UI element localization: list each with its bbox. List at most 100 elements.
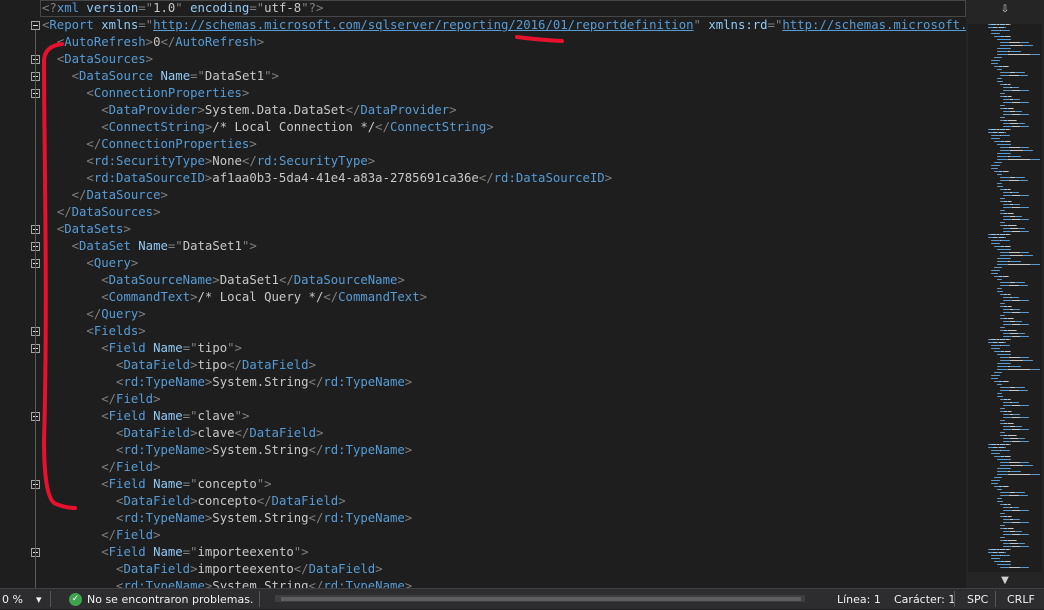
minimap-mark — [1027, 180, 1028, 181]
minimap-mark — [1020, 471, 1021, 472]
minimap-mark — [1010, 561, 1011, 562]
minimap-mark — [1010, 141, 1011, 142]
code-line[interactable]: <DataSourceName>DataSet1</DataSourceName… — [42, 272, 966, 289]
code-line[interactable]: <rd:TypeName>System.String</rd:TypeName> — [42, 374, 966, 391]
code-token: =" — [167, 239, 183, 253]
code-line[interactable]: <ConnectString>/* Local Connection */</C… — [42, 119, 966, 136]
code-line[interactable]: <DataField>clave</DataField> — [42, 425, 966, 442]
minimap-mark — [1016, 120, 1017, 121]
minimap-mark — [1009, 390, 1019, 391]
minimap-mark — [1009, 30, 1010, 31]
minimap-mark — [1021, 300, 1028, 301]
code-line[interactable]: <Field Name="clave"> — [42, 408, 966, 425]
minimap-mark — [1028, 219, 1029, 220]
minimap-mark — [1021, 216, 1022, 217]
code-token: None — [212, 154, 242, 168]
code-line[interactable]: <Field Name="concepto"> — [42, 476, 966, 493]
minimap-mark — [1028, 312, 1029, 313]
code-line[interactable]: <DataSource Name="DataSet1"> — [42, 68, 966, 85]
code-token: </ — [478, 171, 494, 185]
code-token: ConnectionProperties — [101, 137, 250, 151]
issues-status[interactable]: No se encontraron problemas. — [87, 589, 253, 610]
code-line[interactable]: <Query> — [42, 255, 966, 272]
code-token: xmlns:rd — [700, 18, 768, 32]
code-line[interactable]: <DataProvider>System.Data.DataSet</DataP… — [42, 102, 966, 119]
line-indicator[interactable]: Línea: 1 — [837, 589, 881, 610]
horizontal-scroll-thumb[interactable] — [281, 597, 801, 601]
minimap-mark — [1028, 546, 1029, 547]
line-ending-indicator[interactable]: CRLF — [1007, 589, 1035, 610]
minimap-mark — [1005, 132, 1006, 133]
code-line[interactable]: </ConnectionProperties> — [42, 136, 966, 153]
code-text[interactable]: <?xml version="1.0" encoding="utf-8"?> <R… — [42, 0, 966, 588]
code-token: </ — [241, 154, 257, 168]
minimap-mark — [1011, 306, 1012, 307]
code-line[interactable]: </DataSources> — [42, 204, 966, 221]
code-line[interactable]: <DataSets> — [42, 221, 966, 238]
code-token: </ — [293, 562, 309, 576]
spacing-indicator[interactable]: SPC — [967, 589, 988, 610]
horizontal-scrollbar[interactable] — [275, 595, 805, 602]
code-line[interactable]: <ConnectionProperties> — [42, 85, 966, 102]
minimap-mark — [1011, 366, 1020, 367]
code-line[interactable]: </Field> — [42, 391, 966, 408]
code-line[interactable]: <DataSet Name="DataSet1"> — [42, 238, 966, 255]
code-line[interactable]: </Field> — [42, 459, 966, 476]
minimap-mark — [1028, 195, 1029, 196]
minimap-mark — [1001, 465, 1009, 466]
minimap-mark — [992, 60, 999, 61]
code-line[interactable]: <DataField>tipo</DataField> — [42, 357, 966, 374]
minimap-mark — [1002, 81, 1003, 82]
minimap-mark — [1028, 90, 1029, 91]
scroll-down-icon[interactable]: ▼ — [966, 573, 1044, 589]
minimap-mark — [1010, 333, 1018, 334]
minimap-mark — [1010, 246, 1011, 247]
code-line[interactable]: <rd:SecurityType>None</rd:SecurityType> — [42, 153, 966, 170]
code-line[interactable]: <CommandText>/* Local Query */</CommandT… — [42, 289, 966, 306]
minimap-mark — [1009, 42, 1020, 43]
char-indicator[interactable]: Carácter: 1 — [894, 589, 955, 610]
code-line[interactable]: <DataSources> — [42, 51, 966, 68]
code-token: clave — [197, 409, 235, 423]
code-token: tipo — [197, 341, 228, 355]
minimap-mark — [1009, 450, 1010, 451]
code-line[interactable]: <Field Name="importeexento"> — [42, 544, 966, 561]
code-token: rd:DataSourceID — [493, 171, 605, 185]
code-line[interactable]: <AutoRefresh>0</AutoRefresh> — [42, 34, 966, 51]
code-line[interactable]: </Query> — [42, 306, 966, 323]
code-line[interactable]: </Field> — [42, 527, 966, 544]
code-line[interactable]: <Fields> — [42, 323, 966, 340]
minimap-mark — [1010, 228, 1018, 229]
minimap-mark — [1010, 351, 1011, 352]
code-token: /* Local Connection */ — [212, 120, 376, 134]
code-line[interactable]: <rd:TypeName>System.String</rd:TypeName> — [42, 578, 966, 588]
minimap-mark — [1016, 177, 1024, 178]
code-line[interactable]: <DataField>importeexento</DataField> — [42, 561, 966, 578]
code-line[interactable]: <rd:DataSourceID>af1aa0b3-5da4-41e4-a83a… — [42, 170, 966, 187]
minimap-panel[interactable]: ⇩ ▼ — [966, 0, 1044, 588]
gutter — [0, 0, 30, 588]
minimap-mark — [1004, 93, 1005, 94]
split-icon[interactable]: ⇩ — [966, 2, 1044, 18]
code-token: > — [404, 443, 413, 457]
minimap-mark — [1024, 387, 1025, 388]
minimap-mark — [1001, 288, 1002, 289]
collapse-icon[interactable] — [31, 21, 40, 30]
code-editor[interactable]: <?xml version="1.0" encoding="utf-8"?> <R… — [0, 0, 966, 588]
code-line[interactable]: <DataField>concepto</DataField> — [42, 493, 966, 510]
code-line[interactable]: <rd:TypeName>System.String</rd:TypeName> — [42, 510, 966, 527]
minimap-mark — [999, 480, 1000, 481]
code-token: "?> — [301, 1, 324, 15]
zoom-level[interactable]: 0 % — [2, 589, 23, 610]
code-line[interactable]: <Report xmlns="http://schemas.microsoft.… — [42, 17, 966, 34]
code-line[interactable]: <Field Name="tipo"> — [42, 340, 966, 357]
minimap-mark — [1010, 150, 1023, 151]
minimap-mark — [1001, 390, 1008, 391]
minimap-mark — [1001, 384, 1002, 385]
minimap-mark — [1012, 114, 1020, 115]
code-line[interactable]: <?xml version="1.0" encoding="utf-8"?> — [42, 0, 966, 17]
code-line[interactable]: </DataSource> — [42, 187, 966, 204]
minimap[interactable] — [968, 24, 1042, 572]
zoom-dropdown-icon[interactable]: ▾ — [36, 589, 42, 610]
code-line[interactable]: <rd:TypeName>System.String</rd:TypeName> — [42, 442, 966, 459]
